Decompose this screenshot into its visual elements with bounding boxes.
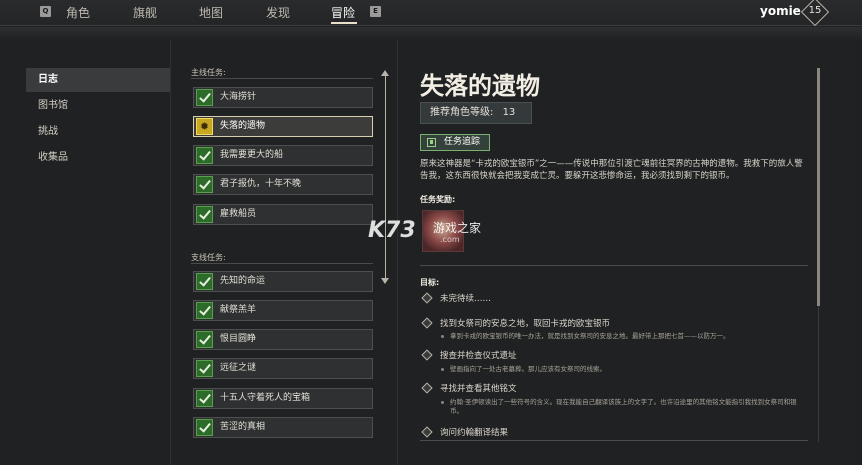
quest-name: 失落的遗物 [220,121,266,131]
quest-item[interactable]: 先知的命运 [193,271,373,292]
active-tab-indicator [331,22,357,24]
quest-name: 我需要更大的船 [220,150,284,160]
quest-item[interactable]: 苦涩的真相 [193,417,373,438]
main-quests-label: 主线任务: [191,68,226,77]
recommended-level-box: 推荐角色等级: 13 [420,102,532,124]
sidebar-item-collectibles[interactable]: 收集品 [26,146,170,170]
scroll-down-arrow-icon[interactable] [381,278,389,284]
objective-text: 询问约翰翻译结果 [440,428,509,438]
top-shadow [0,27,862,41]
quest-name: 远征之谜 [220,363,257,373]
detail-scrollbar-thumb[interactable] [817,68,820,306]
section-divider [191,78,373,79]
quest-name: 君子报仇，十年不晚 [220,179,302,189]
tab-discovery[interactable]: 发现 [266,4,290,21]
quest-list-scrollbar[interactable] [385,74,386,280]
quest-item[interactable]: 远征之谜 [193,358,373,379]
objective-diamond-icon [421,317,433,329]
bookmark-icon [427,138,436,147]
player-username: yomie [760,4,801,18]
quest-name: 苦涩的真相 [220,422,266,432]
quest-complete-icon [196,176,213,193]
objective-text: 未完待续…… [440,294,492,304]
objective-diamond-icon [421,349,433,361]
recommended-level-label: 推荐角色等级: [430,107,494,118]
sidebar-item-challenges[interactable]: 挑战 [26,120,170,144]
objective-diamond-icon [421,382,433,394]
quest-name: 大海捞针 [220,92,257,102]
quest-complete-icon [196,302,213,319]
next-tab-key-hint[interactable]: E [370,6,381,17]
bullet-dot-icon [441,335,444,338]
quest-item[interactable]: 君子报仇，十年不晚 [193,174,373,195]
reward-label: 任务奖励: [420,195,456,204]
objective-subtext: 壁画指向了一处古老墓葬。那儿应该有女祭司的线索。 [450,365,606,373]
watermark-logo: K73 [368,218,416,243]
bullet-dot-icon [441,368,444,371]
quest-name: 雇救船员 [220,209,257,219]
quest-item-selected[interactable]: ✹ 失落的遗物 [193,116,373,137]
top-navigation-bar: Q 角色 旗舰 地图 发现 冒险 E yomie 15 [0,0,862,27]
quest-complete-icon [196,331,213,348]
bullet-dot-icon [441,401,444,404]
quest-name: 献祭羔羊 [220,305,257,315]
quest-item[interactable]: 大海捞针 [193,87,373,108]
prev-tab-key-hint[interactable]: Q [40,6,51,17]
quest-item[interactable]: 我需要更大的船 [193,145,373,166]
quest-complete-icon [196,273,213,290]
watermark-url: .com [440,235,460,244]
sidebar-divider [170,40,171,465]
recommended-level-value: 13 [502,107,516,118]
quest-active-icon: ✹ [196,118,213,135]
quest-title: 失落的遗物 [420,72,540,100]
quest-complete-icon [196,147,213,164]
objective-subtext: 拿到卡戎的欧宝银币的唯一办法，就是找到女祭司的安息之地。最好带上那把七首——以防… [450,332,730,340]
objectives-label: 目标: [420,278,440,287]
quest-item[interactable]: 献祭羔羊 [193,300,373,321]
objective-diamond-icon [421,426,433,438]
quest-complete-icon [196,390,213,407]
quest-description: 原来这神器是“卡戎的欧宝银币”之一——传说中那位引渡亡魂前往冥界的古神的遗物。我… [420,159,803,181]
quest-item[interactable]: 十五人守着死人的宝箱 [193,388,373,409]
tab-flagship[interactable]: 旗舰 [133,4,157,21]
panel-divider [397,40,398,465]
section-divider [191,263,373,264]
tab-character[interactable]: 角色 [66,4,90,21]
quest-name: 十五人守着死人的宝箱 [220,393,311,403]
objective-text: 寻找并查看其他铭文 [440,384,517,394]
quest-complete-icon [196,360,213,377]
tab-map[interactable]: 地图 [199,4,223,21]
sidebar-item-library[interactable]: 图书馆 [26,94,170,118]
quest-complete-icon [196,419,213,436]
quest-complete-icon [196,206,213,223]
player-level: 15 [808,5,822,16]
quest-item[interactable]: 恨目圆睁 [193,329,373,350]
objective-subtext: 约翰·圣伊顿读出了一些符号的含义。现在我能自己翻译该族上的文字了。也许沿途里的其… [450,398,797,415]
side-quests-label: 支线任务: [191,253,226,262]
objective-text: 搜查并检查仪式遗址 [440,351,517,361]
track-quest-label: 任务追踪 [444,137,481,147]
quest-name: 先知的命运 [220,276,266,286]
quest-complete-icon [196,89,213,106]
quest-name: 恨目圆睁 [220,334,257,344]
tab-adventure[interactable]: 冒险 [331,4,355,21]
objective-diamond-icon [421,292,433,304]
objective-text: 找到女祭司的安息之地，取回卡戎的欧宝银币 [440,319,611,329]
quest-item[interactable]: 雇救船员 [193,204,373,225]
watermark-text: 游戏之家 [433,221,482,235]
section-divider [420,440,808,441]
sidebar-item-journal[interactable]: 日志 [26,68,170,92]
track-quest-button[interactable]: 任务追踪 [420,134,490,151]
section-divider [420,265,808,266]
